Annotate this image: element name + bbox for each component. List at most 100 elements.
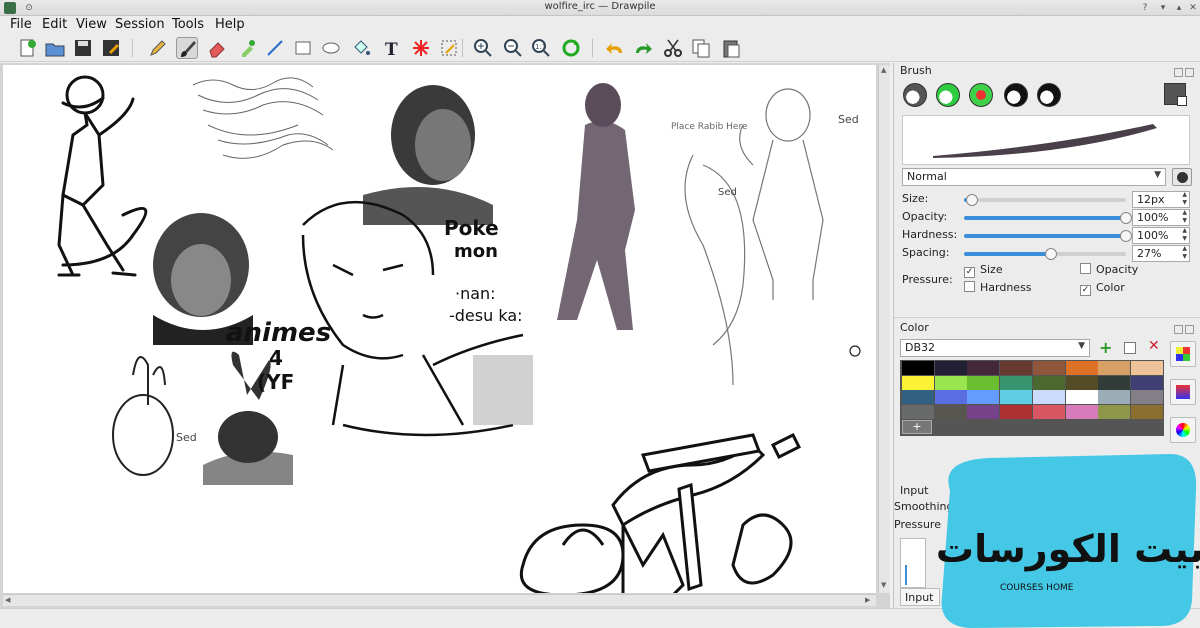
save-tool-button[interactable] xyxy=(72,37,94,59)
spacing-spinbox[interactable]: 27% ▲ ▼ xyxy=(1132,245,1190,262)
pressure-opacity-checkbox[interactable]: Opacity xyxy=(1080,263,1138,276)
new-document-tool-button[interactable] xyxy=(16,37,38,59)
scroll-right-icon[interactable]: ▶ xyxy=(865,596,870,604)
zoom-reset-tool-button[interactable]: 1:1 xyxy=(530,37,552,59)
rotate-reset-tool-button[interactable] xyxy=(560,37,582,59)
pressure-size-checkbox[interactable]: ✓ Size xyxy=(964,263,1003,278)
drawing-canvas[interactable]: Poke mon ·nan: -desu ka: animes 4 (YF Se… xyxy=(3,65,876,593)
menu-file[interactable]: File xyxy=(10,17,32,32)
color-swatch[interactable] xyxy=(1065,390,1098,405)
color-swatch[interactable] xyxy=(967,375,1000,390)
color-swatch[interactable] xyxy=(1000,375,1033,390)
color-panel-buttons[interactable] xyxy=(1172,323,1196,334)
copy-palette-icon[interactable] xyxy=(1124,342,1136,354)
pressure-color-checkbox[interactable]: ✓ Color xyxy=(1080,281,1125,296)
color-swatch[interactable] xyxy=(934,375,967,390)
color-swatch[interactable] xyxy=(967,390,1000,405)
color-swatch[interactable] xyxy=(1130,361,1163,375)
pressure-hardness-checkbox[interactable]: Hardness xyxy=(964,281,1032,294)
brush-preset-1[interactable] xyxy=(903,83,927,107)
menu-session[interactable]: Session xyxy=(115,17,165,32)
color-sliders-tab[interactable] xyxy=(1170,379,1196,405)
maximize-icon[interactable]: ▴ xyxy=(1172,1,1186,15)
eraser-tool-button[interactable] xyxy=(206,37,228,59)
delete-palette-icon[interactable]: ✕ xyxy=(1148,338,1160,354)
save-as-tool-button[interactable] xyxy=(100,37,122,59)
text-tool-button[interactable]: T xyxy=(380,37,402,59)
color-swatch[interactable] xyxy=(934,405,967,420)
color-swatch[interactable] xyxy=(1098,390,1131,405)
menu-help[interactable]: Help xyxy=(215,17,245,32)
add-palette-icon[interactable]: + xyxy=(1099,338,1112,357)
ellipse-tool-button[interactable] xyxy=(320,37,342,59)
menu-tools[interactable]: Tools xyxy=(172,17,204,32)
brush-panel-buttons[interactable] xyxy=(1172,66,1196,77)
brush-preset-5[interactable] xyxy=(1037,83,1061,107)
opacity-spinbox[interactable]: 100% ▲ ▼ xyxy=(1132,209,1190,226)
horizontal-scrollbar[interactable]: ◀ ▶ xyxy=(3,594,876,606)
color-swatch[interactable] xyxy=(1130,390,1163,405)
redo-tool-button[interactable] xyxy=(632,37,654,59)
color-swatch[interactable] xyxy=(902,375,934,390)
color-swatch[interactable] xyxy=(934,361,967,375)
color-swatch[interactable] xyxy=(1130,375,1163,390)
color-swatch[interactable] xyxy=(934,390,967,405)
copy-tool-button[interactable] xyxy=(690,37,712,59)
brush-tool-button[interactable] xyxy=(176,37,198,59)
opacity-slider[interactable] xyxy=(964,212,1132,224)
brush-color-swatch[interactable] xyxy=(1164,83,1187,106)
color-swatch[interactable] xyxy=(902,361,934,375)
zoom-in-tool-button[interactable] xyxy=(472,37,494,59)
brush-preset-4[interactable] xyxy=(1004,83,1028,107)
color-swatch[interactable] xyxy=(1098,375,1131,390)
color-swatch[interactable] xyxy=(1032,361,1065,375)
minimize-icon[interactable]: ▾ xyxy=(1156,1,1170,15)
selection-tool-button[interactable] xyxy=(438,37,460,59)
undo-tool-button[interactable] xyxy=(604,37,626,59)
cut-tool-button[interactable] xyxy=(662,37,684,59)
laser-pointer-tool-button[interactable] xyxy=(410,37,432,59)
color-swatch[interactable] xyxy=(967,405,1000,420)
spacing-slider[interactable] xyxy=(964,248,1126,260)
line-tool-button[interactable] xyxy=(264,37,286,59)
zoom-out-tool-button[interactable] xyxy=(502,37,524,59)
rectangle-tool-button[interactable] xyxy=(292,37,314,59)
add-swatch-button[interactable]: + xyxy=(902,420,932,434)
color-wheel-tab[interactable] xyxy=(1170,417,1196,443)
palette-tab[interactable] xyxy=(1170,341,1196,367)
size-spinbox[interactable]: 12px ▲ ▼ xyxy=(1132,191,1190,208)
help-icon[interactable]: ? xyxy=(1138,1,1152,15)
blend-mode-select[interactable]: Normal ▼ xyxy=(902,168,1166,186)
paste-tool-button[interactable] xyxy=(720,37,742,59)
fill-bucket-tool-button[interactable] xyxy=(350,37,372,59)
color-swatch[interactable] xyxy=(1032,405,1065,420)
pencil-tool-button[interactable] xyxy=(146,37,168,59)
menu-view[interactable]: View xyxy=(76,17,107,32)
size-slider[interactable] xyxy=(964,194,1126,206)
menu-edit[interactable]: Edit xyxy=(42,17,67,32)
color-swatch[interactable] xyxy=(1065,375,1098,390)
color-swatch[interactable] xyxy=(1065,405,1098,420)
scroll-up-icon[interactable]: ▲ xyxy=(881,66,886,74)
color-swatch[interactable] xyxy=(1098,361,1131,375)
eraser-mode-button[interactable] xyxy=(1172,168,1192,186)
color-swatch[interactable] xyxy=(1000,390,1033,405)
color-swatch[interactable] xyxy=(1098,405,1131,420)
vertical-scrollbar[interactable]: ▲ ▼ xyxy=(878,65,890,593)
color-swatch[interactable] xyxy=(1000,405,1033,420)
color-swatch[interactable] xyxy=(1000,361,1033,375)
brush-preset-3[interactable] xyxy=(969,83,993,107)
close-icon[interactable]: ✕ xyxy=(1186,1,1200,15)
color-swatch[interactable] xyxy=(967,361,1000,375)
color-swatch[interactable] xyxy=(1032,390,1065,405)
scroll-left-icon[interactable]: ◀ xyxy=(5,596,10,604)
pressure-curve-editor[interactable] xyxy=(900,538,926,588)
color-swatch[interactable] xyxy=(1032,375,1065,390)
scroll-down-icon[interactable]: ▼ xyxy=(881,581,886,589)
color-swatch[interactable] xyxy=(902,390,934,405)
palette-select[interactable]: DB32 ▼ xyxy=(900,339,1090,357)
color-swatch[interactable] xyxy=(902,405,934,420)
color-swatch[interactable] xyxy=(1065,361,1098,375)
color-swatch[interactable] xyxy=(1130,405,1163,420)
color-picker-tool-button[interactable] xyxy=(236,37,258,59)
